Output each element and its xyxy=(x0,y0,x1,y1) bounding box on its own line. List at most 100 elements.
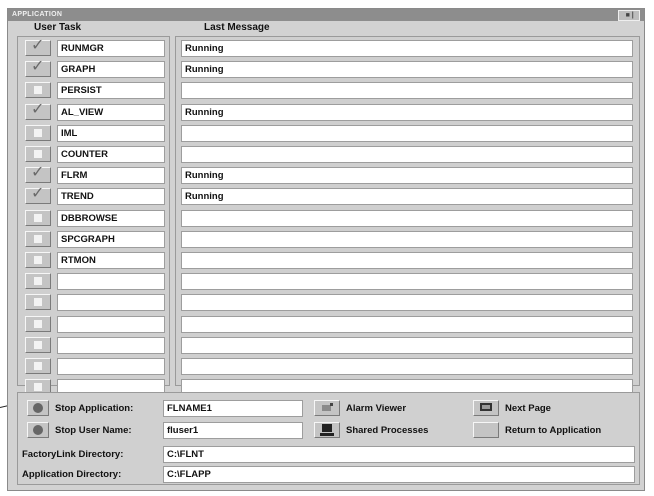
task-toggle-checkbox[interactable] xyxy=(25,337,51,353)
empty-box-icon xyxy=(34,298,42,306)
stop-user-button[interactable] xyxy=(27,422,49,438)
application-window: APPLICATION ■ | User Task Last Message ✓… xyxy=(7,8,645,491)
empty-box-icon xyxy=(34,214,42,222)
task-row xyxy=(18,293,169,312)
task-toggle-checkbox[interactable] xyxy=(25,252,51,268)
task-name-field[interactable]: PERSIST xyxy=(57,82,165,99)
application-directory-field[interactable]: C:\FLAPP xyxy=(163,466,635,483)
task-message-field xyxy=(181,316,633,333)
checkmark-icon: ✓ xyxy=(31,101,45,118)
task-toggle-checkbox[interactable] xyxy=(25,210,51,226)
task-name-field[interactable]: SPCGRAPH xyxy=(57,231,165,248)
checkmark-icon: ✓ xyxy=(31,164,45,181)
task-name-field[interactable]: TREND xyxy=(57,188,165,205)
task-name-field[interactable] xyxy=(57,316,165,333)
task-toggle-checkbox[interactable] xyxy=(25,294,51,310)
task-name-field[interactable]: AL_VIEW xyxy=(57,104,165,121)
task-toggle-checkbox[interactable] xyxy=(25,316,51,332)
task-toggle-checkbox[interactable] xyxy=(25,125,51,141)
task-message-field: Running xyxy=(181,188,633,205)
task-row: COUNTER xyxy=(18,145,169,164)
next-page-label: Next Page xyxy=(505,403,551,414)
task-toggle-checkbox[interactable]: ✓ xyxy=(25,101,51,120)
task-row: ✓ FLRM xyxy=(18,164,169,185)
task-toggle-checkbox[interactable]: ✓ xyxy=(25,164,51,183)
task-toggle-checkbox[interactable] xyxy=(25,146,51,162)
task-name-field[interactable]: COUNTER xyxy=(57,146,165,163)
stop-application-button[interactable] xyxy=(27,400,49,416)
task-message-field xyxy=(181,358,633,375)
task-message-field xyxy=(181,294,633,311)
empty-box-icon xyxy=(34,150,42,158)
user-task-header: User Task xyxy=(34,22,82,33)
task-name-field[interactable]: IML xyxy=(57,125,165,142)
shared-processes-button[interactable] xyxy=(314,422,340,438)
computer-icon xyxy=(320,424,334,436)
task-name-field[interactable]: GRAPH xyxy=(57,61,165,78)
task-message-field xyxy=(181,82,633,99)
task-name-field[interactable]: RUNMGR xyxy=(57,40,165,57)
empty-box-icon xyxy=(34,86,42,94)
empty-box-icon xyxy=(34,256,42,264)
task-row: ✓ RUNMGR xyxy=(18,37,169,58)
task-message-field: Running xyxy=(181,40,633,57)
alarm-viewer-label: Alarm Viewer xyxy=(346,403,407,414)
last-message-panel: Running Running Running Running Running xyxy=(175,36,640,396)
task-name-field[interactable] xyxy=(57,294,165,311)
stop-application-field[interactable]: FLNAME1 xyxy=(163,400,303,417)
task-message-field xyxy=(181,231,633,248)
task-row: SPCGRAPH xyxy=(18,230,169,249)
checkmark-icon: ✓ xyxy=(31,37,45,54)
task-toggle-checkbox[interactable]: ✓ xyxy=(25,185,51,204)
task-message-field: Running xyxy=(181,104,633,121)
task-message-field xyxy=(181,273,633,290)
factorylink-directory-label: FactoryLink Directory: xyxy=(22,449,124,460)
stop-user-field[interactable]: fluser1 xyxy=(163,422,303,439)
task-row: PERSIST xyxy=(18,81,169,100)
task-name-field[interactable]: FLRM xyxy=(57,167,165,184)
task-row: DBBROWSE xyxy=(18,209,169,228)
return-to-application-label: Return to Application xyxy=(505,425,602,436)
task-toggle-checkbox[interactable] xyxy=(25,358,51,374)
return-to-application-button[interactable] xyxy=(473,422,499,438)
title-bar[interactable]: APPLICATION ■ | xyxy=(8,9,644,21)
stop-user-label: Stop User Name: xyxy=(55,425,132,436)
empty-box-icon xyxy=(34,362,42,370)
task-toggle-checkbox[interactable] xyxy=(25,231,51,247)
stop-application-label: Stop Application: xyxy=(55,403,134,414)
task-message-field xyxy=(181,252,633,269)
last-message-header: Last Message xyxy=(204,22,270,33)
checkmark-icon: ✓ xyxy=(31,185,45,202)
empty-box-icon xyxy=(34,277,42,285)
task-message-field xyxy=(181,125,633,142)
factorylink-directory-field[interactable]: C:\FLNT xyxy=(163,446,635,463)
empty-box-icon xyxy=(34,341,42,349)
checkmark-icon: ✓ xyxy=(31,58,45,75)
task-row: ✓ GRAPH xyxy=(18,58,169,79)
empty-box-icon xyxy=(34,129,42,137)
next-page-button[interactable] xyxy=(473,400,499,416)
task-name-field[interactable] xyxy=(57,358,165,375)
task-row: ✓ TREND xyxy=(18,185,169,206)
task-name-field[interactable]: DBBROWSE xyxy=(57,210,165,227)
task-row xyxy=(18,336,169,355)
task-message-field: Running xyxy=(181,61,633,78)
task-toggle-checkbox[interactable]: ✓ xyxy=(25,37,51,56)
window-menu-icon[interactable]: ■ | xyxy=(618,10,640,21)
task-name-field[interactable] xyxy=(57,273,165,290)
task-message-field xyxy=(181,146,633,163)
stop-icon xyxy=(33,403,43,413)
task-toggle-checkbox[interactable]: ✓ xyxy=(25,58,51,77)
window-title: APPLICATION xyxy=(12,11,63,18)
alarm-viewer-button[interactable] xyxy=(314,400,340,416)
task-toggle-checkbox[interactable] xyxy=(25,273,51,289)
task-message-field xyxy=(181,210,633,227)
empty-box-icon xyxy=(34,320,42,328)
task-row xyxy=(18,315,169,334)
application-directory-label: Application Directory: xyxy=(22,469,122,480)
task-name-field[interactable] xyxy=(57,337,165,354)
task-name-field[interactable]: RTMON xyxy=(57,252,165,269)
shared-processes-label: Shared Processes xyxy=(346,425,429,436)
task-toggle-checkbox[interactable] xyxy=(25,82,51,98)
task-row: IML xyxy=(18,124,169,143)
